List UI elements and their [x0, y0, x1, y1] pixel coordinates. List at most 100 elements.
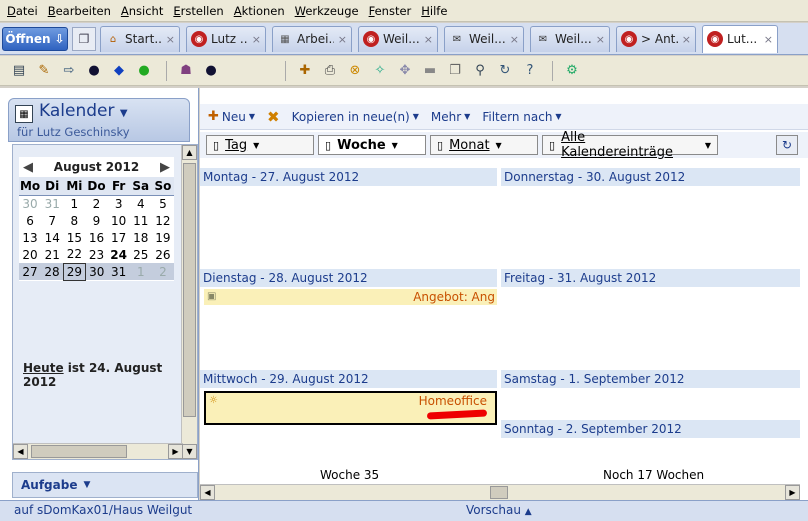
menu-datei[interactable]: Datei: [2, 1, 43, 21]
stop-icon[interactable]: ⊗: [344, 60, 366, 82]
day-cell[interactable]: 1: [129, 263, 152, 280]
day-cell[interactable]: 26: [152, 246, 174, 263]
copy-into-new-button[interactable]: Kopieren in neue(n) ▼: [292, 110, 419, 124]
day-cell[interactable]: 6: [19, 212, 41, 229]
day-header[interactable]: Samstag - 1. September 2012: [501, 370, 800, 388]
day-cell[interactable]: 21: [41, 246, 63, 263]
day-cell[interactable]: 19: [152, 229, 174, 246]
menu-fenster[interactable]: Fenster: [364, 1, 417, 21]
day-saturday[interactable]: Samstag - 1. September 2012: [501, 370, 800, 418]
day-cell[interactable]: 23: [85, 246, 107, 263]
close-icon[interactable]: ×: [764, 33, 773, 46]
day-cell[interactable]: 20: [19, 246, 41, 263]
day-cell[interactable]: 25: [130, 246, 152, 263]
day-header[interactable]: Donnerstag - 30. August 2012: [501, 168, 800, 186]
network-icon[interactable]: ⚙: [561, 60, 583, 82]
day-cell[interactable]: 4: [130, 195, 152, 212]
menu-aktionen[interactable]: Aktionen: [229, 1, 290, 21]
print-icon[interactable]: ⎙: [319, 60, 341, 82]
new-button[interactable]: ✚ Neu ▼: [208, 109, 255, 124]
day-header[interactable]: Montag - 27. August 2012: [200, 168, 497, 186]
ball-icon[interactable]: ●: [83, 60, 105, 82]
tag-icon[interactable]: ✧: [369, 60, 391, 82]
menu-erstellen[interactable]: Erstellen: [168, 1, 228, 21]
day-cell[interactable]: 1: [63, 195, 85, 212]
scroll-thumb[interactable]: [490, 486, 508, 499]
view-month-tab[interactable]: ▯ Monat ▼: [430, 135, 538, 155]
day-cell[interactable]: 2: [85, 195, 107, 212]
day-cell[interactable]: 30: [85, 263, 108, 280]
day-monday[interactable]: Montag - 27. August 2012: [200, 168, 497, 266]
menu-ansicht[interactable]: Ansicht: [116, 1, 168, 21]
scroll-thumb[interactable]: [31, 445, 127, 458]
sidebar-vertical-scrollbar[interactable]: ▲ ▼: [181, 145, 197, 459]
tab-weil-2[interactable]: ✉ Weil... ×: [444, 25, 524, 52]
day-header[interactable]: Mittwoch - 29. August 2012: [200, 370, 497, 388]
close-icon[interactable]: ×: [682, 33, 691, 46]
day-cell[interactable]: 7: [41, 212, 63, 229]
scroll-right-icon[interactable]: ▶: [785, 485, 800, 500]
close-icon[interactable]: ×: [338, 33, 347, 46]
new-doc-icon[interactable]: ✚: [294, 60, 316, 82]
view-all-entries-tab[interactable]: ▯ Alle Kalendereinträge ▼: [542, 130, 718, 160]
day-cell[interactable]: 10: [108, 212, 130, 229]
help-icon[interactable]: ?: [519, 60, 541, 82]
refresh-icon[interactable]: ↻: [494, 60, 516, 82]
move-icon[interactable]: ✥: [394, 60, 416, 82]
appointment-selected[interactable]: ☼ Homeoffice: [204, 391, 497, 425]
scroll-thumb[interactable]: [183, 163, 196, 417]
menu-hilfe[interactable]: Hilfe: [416, 1, 452, 21]
calendar-title[interactable]: Kalender ▼: [39, 101, 128, 121]
day-cell[interactable]: 12: [152, 212, 174, 229]
more-button[interactable]: Mehr ▼: [431, 110, 470, 124]
day-cell[interactable]: 5: [152, 195, 174, 212]
sidebar-horizontal-scrollbar[interactable]: ◀ ▶: [13, 443, 183, 459]
edit-icon[interactable]: ✎: [33, 60, 55, 82]
day-cell[interactable]: 31: [41, 195, 63, 212]
day-cell[interactable]: 11: [130, 212, 152, 229]
menu-werkzeuge[interactable]: Werkzeuge: [290, 1, 364, 21]
diamond-icon[interactable]: ◆: [108, 60, 130, 82]
day-cell[interactable]: 3: [108, 195, 130, 212]
ball-icon[interactable]: ●: [200, 60, 222, 82]
day-cell[interactable]: 14: [41, 229, 63, 246]
day-tuesday[interactable]: Dienstag - 28. August 2012 ▣ Angebot: An…: [200, 269, 497, 367]
tab-weil-1[interactable]: ◉ Weil... ×: [358, 25, 438, 52]
people-icon[interactable]: ☗: [175, 60, 197, 82]
day-header[interactable]: Sonntag - 2. September 2012: [501, 420, 800, 438]
preview-toggle[interactable]: Vorschau ▲: [466, 503, 532, 517]
scroll-up-icon[interactable]: ▲: [182, 145, 197, 160]
tab-lutz-calendar[interactable]: ◉ Lut... ×: [702, 24, 778, 53]
filter-button[interactable]: Filtern nach ▼: [482, 110, 561, 124]
scroll-right-icon[interactable]: ▶: [168, 444, 183, 459]
day-cell-today[interactable]: 24: [108, 246, 130, 263]
scroll-left-icon[interactable]: ◀: [200, 485, 215, 500]
window-switch-button[interactable]: ❐: [72, 26, 96, 51]
refresh-button[interactable]: ↻: [776, 135, 798, 155]
next-month-icon[interactable]: ▶: [160, 160, 170, 175]
day-cell[interactable]: 28: [41, 263, 64, 280]
day-header[interactable]: Freitag - 31. August 2012: [501, 269, 800, 287]
day-cell[interactable]: 27: [19, 263, 42, 280]
day-wednesday[interactable]: Mittwoch - 29. August 2012 ☼ Homeoffice: [200, 370, 497, 468]
day-cell[interactable]: 30: [19, 195, 41, 212]
day-header[interactable]: Dienstag - 28. August 2012: [200, 269, 497, 287]
day-friday[interactable]: Freitag - 31. August 2012: [501, 269, 800, 367]
forward-icon[interactable]: ⇨: [58, 60, 80, 82]
view-day-tab[interactable]: ▯ Tag ▼: [206, 135, 314, 155]
search-icon[interactable]: ⚲: [469, 60, 491, 82]
day-cell[interactable]: 15: [63, 229, 85, 246]
appointment[interactable]: ▣ Angebot: Ang: [204, 289, 497, 305]
grid-icon[interactable]: ▤: [8, 60, 30, 82]
tab-antwort[interactable]: ◉ > Ant... ×: [616, 25, 696, 52]
close-icon[interactable]: ×: [596, 33, 605, 46]
tab-start[interactable]: ⌂ Start... ×: [100, 25, 180, 52]
main-horizontal-scrollbar[interactable]: ◀ ▶: [200, 484, 800, 500]
today-link[interactable]: Heute: [23, 361, 64, 375]
day-cell[interactable]: 22: [63, 246, 85, 263]
copy-icon[interactable]: ❐: [444, 60, 466, 82]
minus-icon[interactable]: ▬: [419, 60, 441, 82]
day-cell[interactable]: 8: [63, 212, 85, 229]
scroll-down-icon[interactable]: ▼: [182, 444, 197, 459]
tab-lutz[interactable]: ◉ Lutz ... ×: [186, 25, 266, 52]
